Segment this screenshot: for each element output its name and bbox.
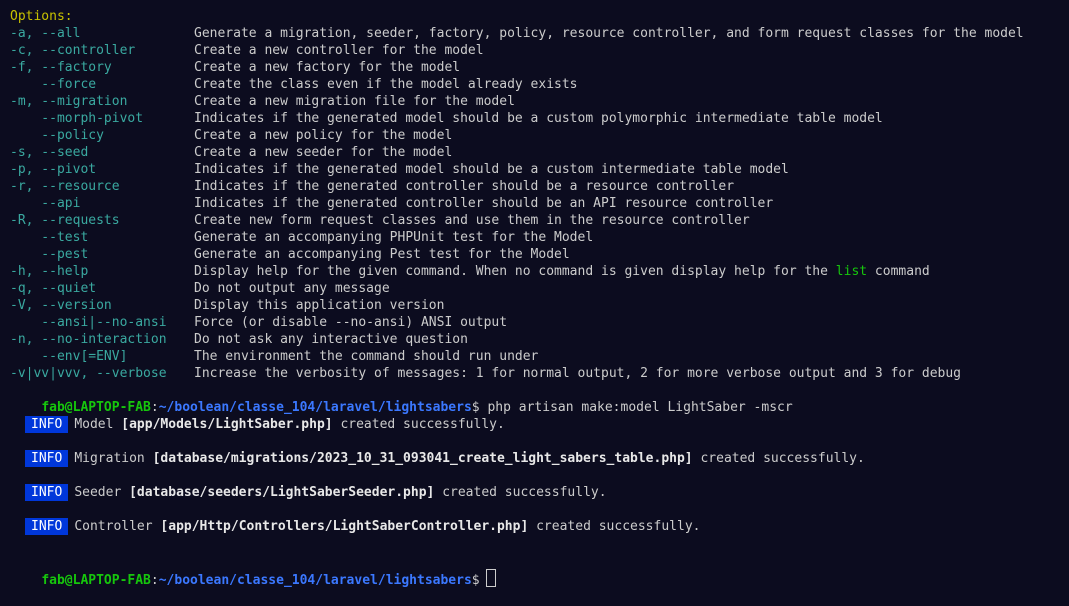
info-badge: INFO [25,416,69,433]
info-kind: Seeder [74,485,122,500]
option-description: Create a new factory for the model [194,60,461,75]
option-description: The environment the command should run u… [194,349,539,364]
option-description-highlight: list [835,264,868,279]
option-flag: -v|vv|vvv, --verbose [10,366,167,381]
option-flag: --env[=ENV] [10,349,128,364]
option-description: Do not ask any interactive question [194,332,468,347]
option-flag: -f, --factory [10,60,112,75]
info-status: created successfully. [700,451,865,466]
option-flag: -c, --controller [10,43,136,58]
option-description: Display help for the given command. When… [194,263,930,280]
info-status: created successfully. [340,417,505,432]
option-description: Generate an accompanying PHPUnit test fo… [194,230,594,245]
option-flag: -m, --migration [10,94,128,109]
prompt-path: ~/boolean/classe_104/laravel/lightsabers [158,400,472,415]
prompt-dollar: $ [471,573,480,588]
option-flag: -a, --all [10,26,81,41]
option-description: Indicates if the generated controller sh… [194,179,735,194]
info-kind: Controller [74,519,153,534]
option-description: Create a new controller for the model [194,43,484,58]
option-description: Indicates if the generated controller sh… [194,196,774,211]
info-kind: Migration [74,451,145,466]
option-flag: -R, --requests [10,213,120,228]
option-description: Do not output any message [194,281,390,296]
terminal-window[interactable]: Options: -a, --all Generate a migration, … [0,0,1069,588]
option-flag: --test [10,230,89,245]
final-prompt-line[interactable]: fab@LAPTOP-FAB:~/boolean/classe_104/lara… [10,552,496,588]
info-status: created successfully. [536,519,701,534]
info-path: [database/seeders/LightSaberSeeder.php] [129,485,435,500]
option-flag: --force [10,77,97,92]
text-cursor[interactable] [485,569,496,587]
option-flag: --morph-pivot [10,111,144,126]
info-path: [database/migrations/2023_10_31_093041_c… [152,451,693,466]
option-description: Increase the verbosity of messages: 1 fo… [194,366,962,381]
option-description: Create the class even if the model alrea… [194,77,578,92]
prompt-sep: : [150,400,159,415]
option-description: Generate an accompanying Pest test for t… [194,247,570,262]
option-flag: --pest [10,247,89,262]
info-path: [app/Models/LightSaber.php] [121,417,333,432]
prompt-dollar: $ [471,400,480,415]
option-description: Indicates if the generated model should … [194,162,789,177]
command-prompt-line: fab@LAPTOP-FAB:~/boolean/classe_104/lara… [10,382,792,415]
prompt-user: fab@LAPTOP-FAB [41,400,151,415]
option-flag: --policy [10,128,104,143]
option-flag: -V, --version [10,298,112,313]
prompt-sep: : [150,573,159,588]
option-flag: --ansi|--no-ansi [10,315,167,330]
info-message-row: INFO Model [app/Models/LightSaber.php] cr… [25,416,505,433]
option-description: Display this application version [194,298,445,313]
option-flag: -r, --resource [10,179,120,194]
option-flag: -s, --seed [10,145,89,160]
info-message-row: INFO Seeder [database/seeders/LightSaberS… [25,484,607,501]
option-flag: -q, --quiet [10,281,97,296]
prompt-path: ~/boolean/classe_104/laravel/lightsabers [158,573,472,588]
info-kind: Model [74,417,114,432]
info-path: [app/Http/Controllers/LightSaberControll… [160,519,529,534]
info-status: created successfully. [442,485,607,500]
option-description-text: Display help for the given command. When… [194,264,836,279]
option-description: Create new form request classes and use … [194,213,750,228]
info-message-row: INFO Migration [database/migrations/2023_… [25,450,865,467]
prompt-user: fab@LAPTOP-FAB [41,573,151,588]
option-description: Create a new policy for the model [194,128,453,143]
prompt-command: php artisan make:model LightSaber -mscr [487,400,793,415]
info-badge: INFO [25,518,69,535]
info-badge: INFO [25,484,69,501]
option-description: Force (or disable --no-ansi) ANSI output [194,315,508,330]
option-description: Indicates if the generated model should … [194,111,883,126]
option-description: Create a new migration file for the mode… [194,94,515,109]
option-flag: --api [10,196,81,211]
options-header: Options: [10,9,73,24]
option-description-text: command [867,264,930,279]
option-flag: -p, --pivot [10,162,97,177]
info-message-row: INFO Controller [app/Http/Controllers/Lig… [25,518,700,535]
option-description: Create a new seeder for the model [194,145,453,160]
option-flag: -n, --no-interaction [10,332,167,347]
info-badge: INFO [25,450,69,467]
option-description: Generate a migration, seeder, factory, p… [194,26,1024,41]
option-flag: -h, --help [10,264,89,279]
